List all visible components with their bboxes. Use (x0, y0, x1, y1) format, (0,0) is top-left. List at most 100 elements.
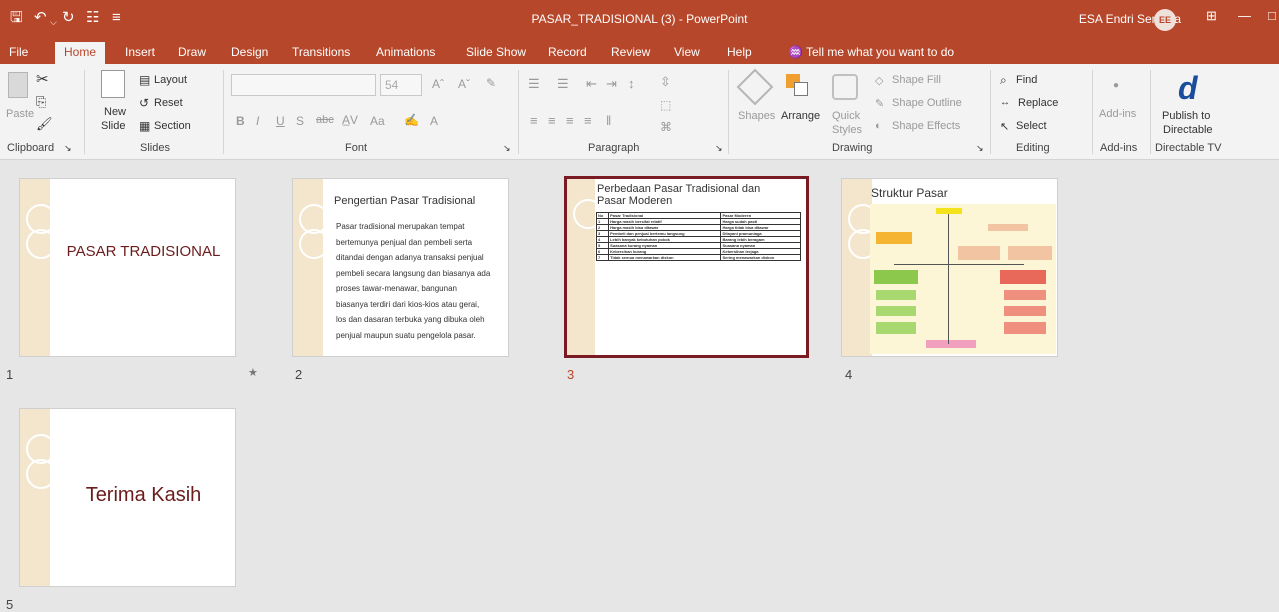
copy-icon[interactable]: ⎘ (36, 94, 46, 110)
minimize-icon[interactable]: — (1238, 8, 1251, 23)
line-spacing-icon[interactable]: ↕ (628, 76, 635, 91)
align-text-icon[interactable]: ⬚ (660, 98, 671, 112)
section-icon[interactable]: ▦ (139, 119, 150, 133)
cut-icon[interactable]: ✂ (36, 70, 49, 88)
char-spacing-icon[interactable]: A̲V (342, 113, 358, 127)
strikethrough-button[interactable]: abc (316, 114, 334, 126)
replace-icon[interactable]: ↔ (1000, 97, 1010, 108)
italic-button[interactable]: I (256, 114, 259, 128)
dialog-launcher-icon[interactable]: ↘ (64, 143, 72, 154)
quick-styles-icon[interactable] (832, 74, 858, 100)
slide-thumbnail-2[interactable]: Pengertian Pasar Tradisional Pasar tradi… (292, 178, 509, 357)
dialog-launcher-icon[interactable]: ↘ (715, 143, 723, 154)
tab-slide-show[interactable]: Slide Show (466, 43, 526, 61)
increase-indent-icon[interactable]: ⇥ (606, 76, 617, 92)
shape-fill-icon[interactable]: ◇ (875, 74, 883, 87)
align-right-icon[interactable]: ≡ (566, 113, 574, 128)
paste-button[interactable]: Paste (6, 108, 34, 120)
addins-button[interactable]: Add-ins (1099, 108, 1136, 120)
shape-effects-button[interactable]: Shape Effects (892, 120, 960, 132)
smartart-icon[interactable]: ⌘ (660, 120, 672, 134)
decrease-indent-icon[interactable]: ⇤ (586, 76, 597, 92)
shapes-button[interactable]: Shapes (738, 110, 775, 122)
justify-icon[interactable]: ≡ (584, 113, 592, 128)
avatar[interactable]: EE (1154, 9, 1176, 31)
shrink-font-icon[interactable]: Aˇ (458, 77, 470, 91)
tab-review[interactable]: Review (611, 43, 650, 61)
slide-decoration (20, 409, 56, 586)
text-direction-icon[interactable]: ⇳ (660, 74, 671, 90)
group-label-directable: Directable TV (1155, 142, 1222, 154)
directable-logo-icon[interactable]: d (1178, 70, 1198, 107)
tab-design[interactable]: Design (231, 43, 268, 61)
shape-outline-icon[interactable]: ✎ (875, 97, 884, 110)
slide-thumbnail-4[interactable]: Struktur Pasar (841, 178, 1058, 357)
ribbon-display-icon[interactable]: ⊞ (1206, 8, 1217, 24)
change-case-button[interactable]: Aa (370, 114, 385, 128)
tab-insert[interactable]: Insert (125, 43, 155, 61)
align-left-icon[interactable]: ≡ (530, 113, 538, 128)
lightbulb-icon[interactable]: ♒ (788, 43, 803, 61)
numbering-icon[interactable]: ☰ (557, 76, 569, 92)
format-painter-icon[interactable]: 🖌 (36, 116, 53, 132)
section-button[interactable]: Section (154, 120, 191, 132)
publish-button-2[interactable]: Directable (1163, 124, 1213, 136)
font-color-icon[interactable]: A (430, 114, 438, 128)
quick-styles-button-2[interactable]: Styles (832, 124, 862, 136)
underline-button[interactable]: U (276, 114, 285, 128)
shapes-icon[interactable] (736, 68, 774, 106)
tab-home[interactable]: Home (55, 42, 106, 64)
publish-button[interactable]: Publish to (1162, 110, 1210, 122)
bullets-icon[interactable]: ☰ (528, 76, 540, 92)
maximize-icon[interactable]: □ (1268, 8, 1276, 23)
ribbon: Paste ✂ ⎘ 🖌 Clipboard ↘ New Slide ▤ Layo… (0, 64, 1279, 160)
group-label-drawing: Drawing (832, 142, 873, 154)
tab-animations[interactable]: Animations (376, 43, 435, 61)
tab-transitions[interactable]: Transitions (292, 43, 350, 61)
slide-thumbnail-5[interactable]: Terima Kasih (19, 408, 236, 587)
slide-thumbnail-1[interactable]: PASAR TRADISIONAL (19, 178, 236, 357)
shape-outline-button[interactable]: Shape Outline (892, 97, 962, 109)
select-button[interactable]: Select (1016, 120, 1047, 132)
dialog-launcher-icon[interactable]: ↘ (976, 143, 984, 154)
star-icon[interactable]: ★ (248, 366, 258, 379)
layout-button[interactable]: Layout (154, 74, 187, 86)
slide-thumbnail-3[interactable]: Perbedaan Pasar Tradisional dan Pasar Mod… (564, 176, 809, 358)
shape-effects-icon[interactable]: ◐ (875, 120, 882, 132)
group-label-paragraph: Paragraph (588, 142, 640, 154)
shape-fill-button[interactable]: Shape Fill (892, 74, 941, 86)
font-name-input[interactable] (231, 74, 376, 96)
reset-button[interactable]: Reset (154, 97, 183, 109)
clear-format-icon[interactable]: ✎ (486, 76, 496, 90)
addins-icon[interactable]: ● (1113, 80, 1119, 91)
highlight-icon[interactable]: ✍ (404, 113, 419, 127)
tab-record[interactable]: Record (548, 43, 587, 61)
new-slide-label-2[interactable]: Slide (101, 120, 125, 132)
reset-icon[interactable]: ↺ (139, 96, 149, 110)
align-center-icon[interactable]: ≡ (548, 113, 556, 128)
paste-icon[interactable] (8, 72, 28, 98)
divider (990, 70, 991, 154)
arrange-button[interactable]: Arrange (781, 110, 820, 122)
font-size-input[interactable]: 54 (380, 74, 422, 96)
tab-file[interactable]: File (9, 43, 28, 61)
layout-icon[interactable]: ▤ (139, 73, 150, 87)
quick-styles-button[interactable]: Quick (832, 110, 860, 122)
new-slide-label[interactable]: New (104, 106, 126, 118)
find-icon[interactable]: ⌕ (1000, 73, 1007, 88)
select-icon[interactable]: ↖ (1000, 120, 1009, 133)
columns-icon[interactable]: ‖ (606, 113, 611, 128)
replace-button[interactable]: Replace (1018, 97, 1058, 109)
dialog-launcher-icon[interactable]: ↘ (503, 143, 511, 154)
slide-decoration (293, 179, 329, 356)
tab-help[interactable]: Help (727, 43, 752, 61)
find-button[interactable]: Find (1016, 74, 1037, 86)
tell-me-search[interactable]: Tell me what you want to do (806, 43, 954, 61)
new-slide-icon[interactable] (101, 70, 125, 98)
tab-draw[interactable]: Draw (178, 43, 206, 61)
bold-button[interactable]: B (236, 114, 245, 128)
tab-view[interactable]: View (674, 43, 700, 61)
divider (84, 70, 85, 154)
grow-font-icon[interactable]: Aˆ (432, 77, 444, 91)
shadow-button[interactable]: S (296, 114, 304, 128)
